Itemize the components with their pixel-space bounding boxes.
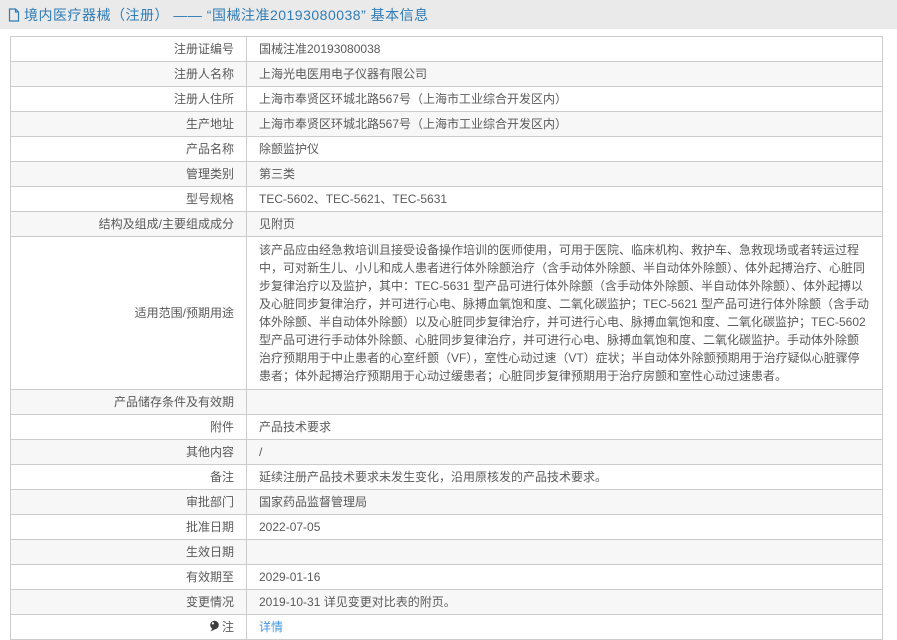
row-value: 国家药品监督管理局 (259, 495, 367, 509)
row-label: 注册人名称 (174, 67, 234, 81)
table-row: 产品名称 除颤监护仪 (11, 137, 883, 162)
detail-link[interactable]: 详情 (259, 620, 283, 634)
info-table: 注册证编号 国械注准20193080038 注册人名称 上海光电医用电子仪器有限… (10, 36, 883, 640)
table-row: 审批部门 国家药品监督管理局 (11, 490, 883, 515)
row-value: 第三类 (259, 167, 295, 181)
table-row: 管理类别 第三类 (11, 162, 883, 187)
row-label: 适用范围/预期用途 (135, 306, 234, 320)
table-row: 注册证编号 国械注准20193080038 (11, 37, 883, 62)
row-value: 除颤监护仪 (259, 142, 319, 156)
row-value: / (259, 445, 262, 459)
table-row: 其他内容 / (11, 440, 883, 465)
row-label: 结构及组成/主要组成成分 (99, 217, 234, 231)
table-row: 生效日期 (11, 540, 883, 565)
row-label: 型号规格 (186, 192, 234, 206)
table-row: 结构及组成/主要组成成分 见附页 (11, 212, 883, 237)
table-row: 注 详情 (11, 615, 883, 640)
row-value: 该产品应由经急救培训且接受设备操作培训的医师使用，可用于医院、临床机构、救护车、… (259, 243, 869, 383)
row-label: 其他内容 (186, 445, 234, 459)
note-icon (209, 620, 220, 632)
table-row: 产品储存条件及有效期 (11, 390, 883, 415)
row-value: 见附页 (259, 217, 295, 231)
row-value: 延续注册产品技术要求未发生变化，沿用原核发的产品技术要求。 (259, 470, 607, 484)
table-row: 有效期至 2029-01-16 (11, 565, 883, 590)
row-label: 注册证编号 (174, 42, 234, 56)
row-value: 2019-10-31 详见变更对比表的附页。 (259, 595, 456, 609)
row-value: 上海市奉贤区环城北路567号（上海市工业综合开发区内） (259, 92, 567, 106)
row-value: 2029-01-16 (259, 570, 320, 584)
row-label: 注册人住所 (174, 92, 234, 106)
table-row: 注册人住所 上海市奉贤区环城北路567号（上海市工业综合开发区内） (11, 87, 883, 112)
row-label: 有效期至 (186, 570, 234, 584)
row-label: 备注 (210, 470, 234, 484)
table-row: 变更情况 2019-10-31 详见变更对比表的附页。 (11, 590, 883, 615)
document-icon (8, 8, 20, 22)
row-label: 产品名称 (186, 142, 234, 156)
table-row: 注册人名称 上海光电医用电子仪器有限公司 (11, 62, 883, 87)
row-label: 生产地址 (186, 117, 234, 131)
row-label: 生效日期 (186, 545, 234, 559)
table-row: 生产地址 上海市奉贤区环城北路567号（上海市工业综合开发区内） (11, 112, 883, 137)
table-row: 附件 产品技术要求 (11, 415, 883, 440)
row-value: 上海光电医用电子仪器有限公司 (259, 67, 427, 81)
row-value: TEC-5602、TEC-5621、TEC-5631 (259, 192, 447, 206)
table-row: 适用范围/预期用途 该产品应由经急救培训且接受设备操作培训的医师使用，可用于医院… (11, 237, 883, 390)
row-label: 附件 (210, 420, 234, 434)
row-value: 国械注准20193080038 (259, 42, 380, 56)
row-label: 批准日期 (186, 520, 234, 534)
row-label: 注 (222, 620, 234, 634)
table-row: 备注 延续注册产品技术要求未发生变化，沿用原核发的产品技术要求。 (11, 465, 883, 490)
table-row: 型号规格 TEC-5602、TEC-5621、TEC-5631 (11, 187, 883, 212)
row-label: 变更情况 (186, 595, 234, 609)
table-row: 批准日期 2022-07-05 (11, 515, 883, 540)
row-value: 上海市奉贤区环城北路567号（上海市工业综合开发区内） (259, 117, 567, 131)
row-label: 管理类别 (186, 167, 234, 181)
row-label: 产品储存条件及有效期 (114, 395, 234, 409)
page-header: 境内医疗器械（注册） —— “国械注准20193080038” 基本信息 (0, 0, 897, 29)
row-label: 审批部门 (186, 495, 234, 509)
info-table-body: 注册证编号 国械注准20193080038 注册人名称 上海光电医用电子仪器有限… (11, 37, 883, 640)
row-value: 产品技术要求 (259, 420, 331, 434)
page-title: 境内医疗器械（注册） —— “国械注准20193080038” 基本信息 (24, 5, 429, 25)
row-value: 2022-07-05 (259, 520, 320, 534)
